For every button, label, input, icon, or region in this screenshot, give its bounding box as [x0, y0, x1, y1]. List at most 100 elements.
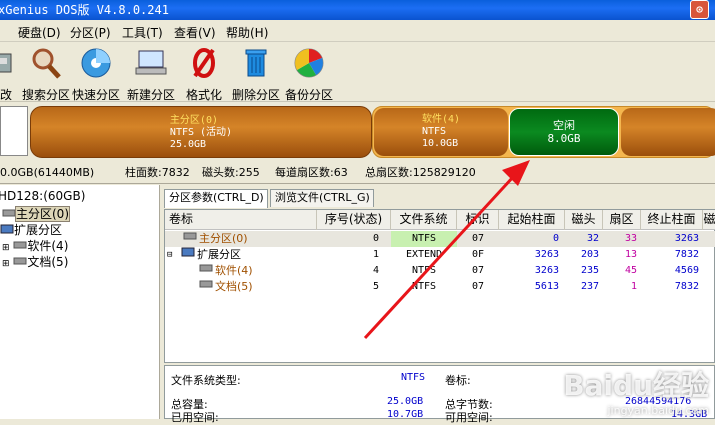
menu-tools[interactable]: 工具(T) — [122, 24, 163, 41]
tab-browse-files[interactable]: 浏览文件(CTRL_G) — [270, 189, 374, 207]
window-title: xGenius DOS版 V4.8.0.241 — [0, 3, 169, 17]
magnifier-icon — [32, 48, 61, 79]
disk-map: 主分区(0) NTFS (活动) 25.0GB 软件(4) NTFS 10.0G… — [0, 102, 715, 162]
title-bar: xGenius DOS版 V4.8.0.241 ⊙ — [0, 0, 715, 20]
disk-cylinders: 柱面数:7832 — [125, 166, 190, 179]
menu-partition[interactable]: 分区(P) — [70, 24, 111, 41]
row-head: 203 — [580, 249, 599, 260]
row-sector: 1 — [630, 281, 637, 292]
delete-partition-button[interactable]: 删除分区 — [226, 46, 286, 102]
new-partition-button[interactable]: 新建分区 — [121, 46, 181, 102]
used-space-label: 已用空间: — [171, 411, 219, 424]
row-start-cyl: 3263 — [534, 249, 559, 260]
close-button[interactable]: ⊙ — [690, 0, 709, 19]
row-fs: NTFS — [391, 231, 457, 247]
toolbar: 更改 搜索分区 快速分区 新建分区 格式化 删除分区 备份分区 — [0, 42, 715, 102]
row-id: 07 — [471, 265, 485, 276]
partition-icon — [199, 264, 213, 272]
quick-partition-button[interactable]: 快速分区 — [66, 46, 126, 102]
row-end-cyl: 7832 — [674, 281, 699, 292]
tree-item-main[interactable]: 主分区(0) — [2, 205, 70, 222]
col-end-cyl[interactable]: 终止柱面 — [641, 210, 703, 230]
row-id: 07 — [471, 233, 485, 244]
tree-item-software[interactable]: ⊞ 软件(4) — [2, 237, 68, 254]
menu-disk[interactable]: 硬盘(D) — [18, 24, 61, 41]
collapse-icon[interactable]: ⊟ — [167, 247, 172, 263]
row-sector: 13 — [624, 249, 637, 260]
extended-partition-icon — [181, 247, 195, 257]
free-space-label: 可用空间: — [445, 411, 493, 424]
disk-total-sectors: 总扇区数:125829120 — [365, 166, 476, 179]
partition-icon — [199, 280, 213, 288]
menu-view[interactable]: 查看(V) — [174, 24, 216, 41]
row-start-cyl: 5613 — [534, 281, 559, 292]
row-sector: 33 — [624, 233, 637, 244]
disk-map-left-edge — [0, 106, 28, 156]
row-start-cyl: 0 — [552, 233, 559, 244]
disk-edit-icon — [0, 53, 12, 73]
col-more[interactable]: 磁 — [703, 210, 715, 230]
expand-icon[interactable]: ⊞ — [2, 243, 10, 253]
fs-type-label: 文件系统类型: — [171, 374, 241, 387]
partition-icon — [183, 232, 197, 240]
col-label[interactable]: 卷标 — [165, 210, 317, 230]
row-id: 0F — [471, 249, 485, 260]
col-start-cyl[interactable]: 起始柱面 — [499, 210, 565, 230]
table-row[interactable]: ⊟ 扩展分区 1 EXTEND 0F 3263 203 13 7832 — [165, 247, 715, 263]
row-index: 4 — [372, 265, 379, 276]
row-index: 0 — [372, 233, 379, 244]
partition-icon — [13, 241, 27, 249]
computer-new-icon — [135, 50, 167, 75]
trash-icon — [245, 49, 267, 77]
partition-block-software[interactable]: 软件(4) NTFS 10.0GB — [374, 108, 508, 156]
disk-tree: HD128:(60GB) 主分区(0) 扩展分区 ⊞ 软件(4) ⊞ 文档(5) — [0, 185, 160, 419]
row-index: 5 — [372, 281, 379, 292]
row-label: 文档(5) — [215, 280, 253, 293]
tree-item-documents[interactable]: ⊞ 文档(5) — [2, 253, 68, 270]
fs-type-value: NTFS — [401, 372, 426, 383]
row-sector: 45 — [624, 265, 637, 276]
watermark: Baidu经验 jingyan.baidu.com — [563, 369, 709, 417]
expand-icon[interactable]: ⊞ — [2, 259, 10, 269]
partition-block-documents[interactable] — [621, 108, 715, 156]
table-row[interactable]: 主分区(0) 0 NTFS 07 0 32 33 3263 — [165, 231, 715, 247]
disk-quick-icon — [81, 48, 111, 78]
format-icon — [193, 48, 215, 78]
row-head: 237 — [580, 281, 599, 292]
total-capacity-value: 25.0GB — [387, 396, 424, 407]
volume-label: 卷标: — [445, 374, 471, 387]
tree-item-extended[interactable]: 扩展分区 — [0, 221, 62, 238]
row-fs: NTFS — [411, 265, 437, 276]
col-fs[interactable]: 文件系统 — [391, 210, 457, 230]
menu-bar: 硬盘(D) 分区(P) 工具(T) 查看(V) 帮助(H) — [0, 20, 715, 42]
row-head: 235 — [580, 265, 599, 276]
row-label: 主分区(0) — [199, 232, 248, 245]
disk-info-line: 0.0GB(61440MB) 柱面数:7832 磁头数:255 每道扇区数:63… — [0, 162, 715, 184]
row-fs: EXTEND — [405, 249, 443, 260]
table-row[interactable]: 文档(5) 5 NTFS 07 5613 237 1 7832 — [165, 279, 715, 295]
backup-icon — [294, 48, 324, 78]
format-button[interactable]: 格式化 — [174, 46, 234, 102]
menu-help[interactable]: 帮助(H) — [226, 24, 268, 41]
table-row[interactable]: 软件(4) 4 NTFS 07 3263 235 45 4569 — [165, 263, 715, 279]
row-start-cyl: 3263 — [534, 265, 559, 276]
row-label: 扩展分区 — [197, 248, 241, 261]
extended-partition-icon — [0, 224, 14, 234]
col-sector[interactable]: 扇区 — [603, 210, 641, 230]
table-header: 卷标 序号(状态) 文件系统 标识 起始柱面 磁头 扇区 终止柱面 磁 — [165, 210, 715, 230]
disk-heads: 磁头数:255 — [202, 166, 260, 179]
disk-sectors-per-track: 每道扇区数:63 — [275, 166, 348, 179]
col-index[interactable]: 序号(状态) — [317, 210, 391, 230]
row-id: 07 — [471, 281, 485, 292]
col-head[interactable]: 磁头 — [565, 210, 603, 230]
row-fs: NTFS — [411, 281, 437, 292]
row-end-cyl: 3263 — [674, 233, 699, 244]
partition-block-main[interactable]: 主分区(0) NTFS (活动) 25.0GB — [30, 106, 372, 158]
backup-partition-button[interactable]: 备份分区 — [279, 46, 339, 102]
tree-disk[interactable]: HD128:(60GB) — [0, 189, 85, 203]
row-end-cyl: 4569 — [674, 265, 699, 276]
tab-partition-params[interactable]: 分区参数(CTRL_D) — [164, 189, 268, 208]
col-id[interactable]: 标识 — [457, 210, 499, 230]
row-index: 1 — [372, 249, 379, 260]
partition-block-free[interactable]: 空闲 8.0GB — [509, 108, 619, 156]
